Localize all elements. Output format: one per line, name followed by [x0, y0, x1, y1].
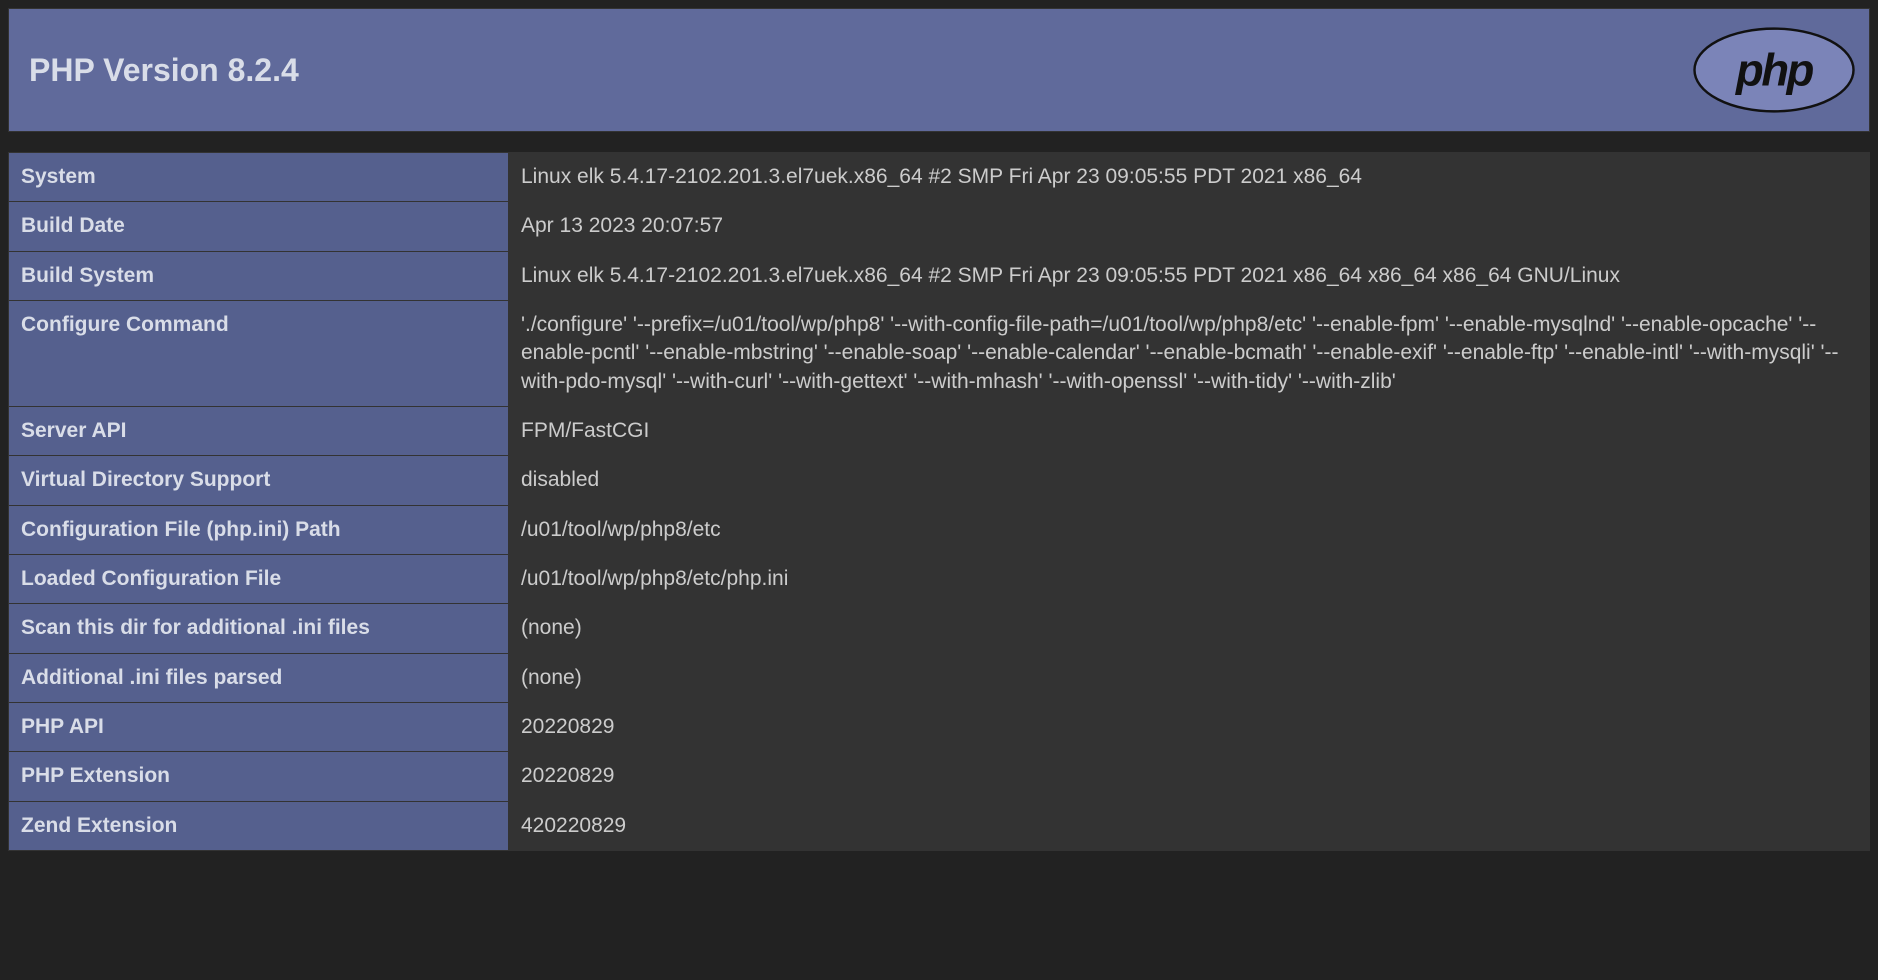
table-row-value: 20220829 — [509, 703, 1870, 752]
info-table: SystemLinux elk 5.4.17-2102.201.3.el7uek… — [8, 152, 1870, 851]
table-row-value: (none) — [509, 653, 1870, 702]
table-row: Virtual Directory Supportdisabled — [9, 456, 1870, 505]
table-row-label: Configuration File (php.ini) Path — [9, 505, 509, 554]
table-row: SystemLinux elk 5.4.17-2102.201.3.el7uek… — [9, 153, 1870, 202]
table-row-value: FPM/FastCGI — [509, 407, 1870, 456]
table-row-label: Loaded Configuration File — [9, 555, 509, 604]
table-row-value: /u01/tool/wp/php8/etc/php.ini — [509, 555, 1870, 604]
table-row: Build DateApr 13 2023 20:07:57 — [9, 202, 1870, 251]
table-row-label: Build System — [9, 251, 509, 300]
table-row-label: Scan this dir for additional .ini files — [9, 604, 509, 653]
svg-text:php: php — [1735, 44, 1814, 95]
table-row: Configuration File (php.ini) Path/u01/to… — [9, 505, 1870, 554]
table-row: Zend Extension420220829 — [9, 801, 1870, 850]
table-row-label: PHP Extension — [9, 752, 509, 801]
table-row-value: 420220829 — [509, 801, 1870, 850]
table-row-value: Apr 13 2023 20:07:57 — [509, 202, 1870, 251]
table-row: Configure Command'./configure' '--prefix… — [9, 301, 1870, 407]
table-row-value: disabled — [509, 456, 1870, 505]
page-title: PHP Version 8.2.4 — [21, 52, 299, 89]
table-row-label: Additional .ini files parsed — [9, 653, 509, 702]
table-row-value: 20220829 — [509, 752, 1870, 801]
page-header: PHP Version 8.2.4 php — [8, 8, 1870, 132]
table-row: PHP Extension20220829 — [9, 752, 1870, 801]
table-row-value: /u01/tool/wp/php8/etc — [509, 505, 1870, 554]
table-row-value: Linux elk 5.4.17-2102.201.3.el7uek.x86_6… — [509, 153, 1870, 202]
table-row-value: (none) — [509, 604, 1870, 653]
table-row: Build SystemLinux elk 5.4.17-2102.201.3.… — [9, 251, 1870, 300]
table-row-label: Virtual Directory Support — [9, 456, 509, 505]
table-row: PHP API20220829 — [9, 703, 1870, 752]
table-row: Server APIFPM/FastCGI — [9, 407, 1870, 456]
php-logo-icon: php — [1691, 27, 1857, 113]
table-row-value: './configure' '--prefix=/u01/tool/wp/php… — [509, 301, 1870, 407]
table-row-label: Configure Command — [9, 301, 509, 407]
table-row-label: Build Date — [9, 202, 509, 251]
table-row: Loaded Configuration File/u01/tool/wp/ph… — [9, 555, 1870, 604]
table-row: Scan this dir for additional .ini files(… — [9, 604, 1870, 653]
table-row-label: Server API — [9, 407, 509, 456]
table-row-label: System — [9, 153, 509, 202]
table-row-label: Zend Extension — [9, 801, 509, 850]
table-row-value: Linux elk 5.4.17-2102.201.3.el7uek.x86_6… — [509, 251, 1870, 300]
table-row: Additional .ini files parsed(none) — [9, 653, 1870, 702]
table-row-label: PHP API — [9, 703, 509, 752]
